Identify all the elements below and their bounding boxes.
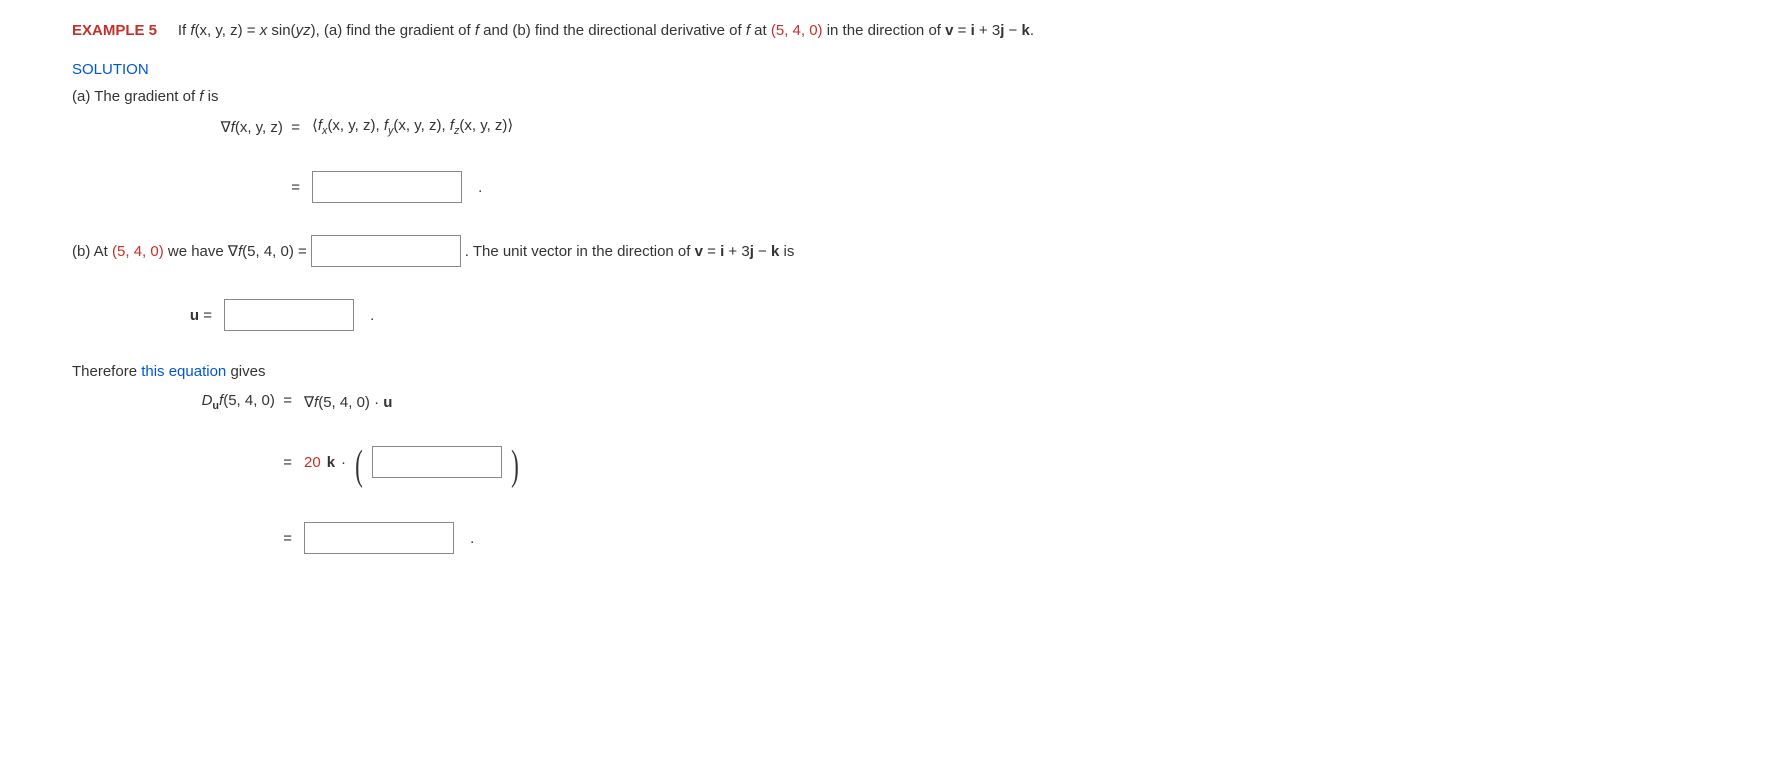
twentyk-row: = 20k · ( )	[132, 432, 1716, 492]
part-a-intro: (a) The gradient of f is	[72, 86, 1716, 107]
part-b-line: (b) At (5, 4, 0) we have f(5, 4, 0) = . …	[72, 235, 1716, 267]
prompt-text: If f(x, y, z) = x sin(yz), (a) find the …	[178, 22, 1034, 39]
unit-vector-row: u = .	[172, 285, 1716, 345]
example-prompt: EXAMPLE 5 If f(x, y, z) = x sin(yz), (a)…	[72, 20, 1716, 41]
solution-label: SOLUTION	[72, 59, 1716, 80]
this-equation-link[interactable]: this equation	[141, 363, 226, 380]
grad-answer-row: = .	[112, 157, 1716, 217]
answer-input-dot-factor[interactable]	[372, 446, 502, 478]
example-label: EXAMPLE 5	[72, 22, 157, 39]
answer-input-final[interactable]	[304, 522, 454, 554]
answer-input-unit-vector[interactable]	[224, 299, 354, 331]
therefore-line: Therefore this equation gives	[72, 361, 1716, 382]
answer-input-grad-at-point[interactable]	[311, 235, 461, 267]
final-answer-row: = .	[132, 508, 1716, 568]
duf-def-row: Duf(5, 4, 0) = f(5, 4, 0) · u	[132, 388, 1716, 416]
answer-input-grad[interactable]	[312, 171, 462, 203]
grad-def-row: f(x, y, z) = fx(x, y, z), fy(x, y, z), f…	[112, 113, 1716, 141]
